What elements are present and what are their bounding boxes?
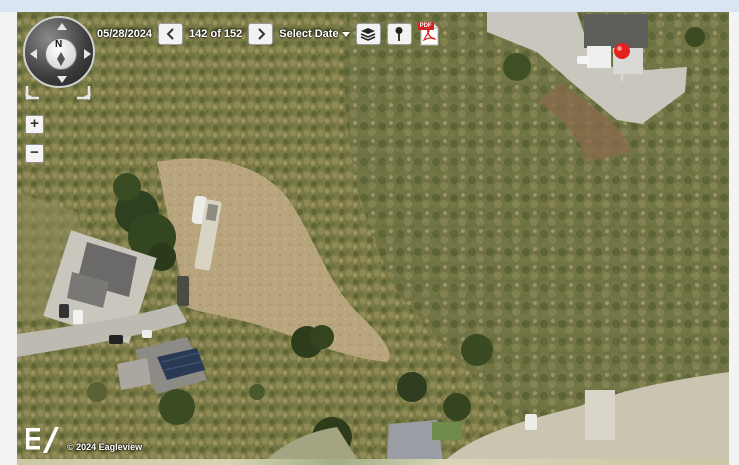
eagleview-branding: © 2024 Eagleview bbox=[25, 425, 142, 455]
rotate-right-icon[interactable] bbox=[75, 84, 93, 104]
previous-image-button[interactable] bbox=[158, 23, 184, 45]
pan-down-arrow-icon[interactable] bbox=[57, 76, 67, 83]
zoom-out-button[interactable]: − bbox=[25, 144, 44, 163]
pin-tool-button[interactable] bbox=[386, 23, 412, 45]
pan-left-arrow-icon[interactable] bbox=[30, 49, 37, 59]
next-image-button[interactable] bbox=[248, 23, 274, 45]
image-counter: 142 of 152 bbox=[189, 28, 243, 40]
pan-up-arrow-icon[interactable] bbox=[57, 23, 67, 30]
eagleview-logo bbox=[26, 427, 59, 453]
location-marker-icon[interactable] bbox=[613, 42, 631, 82]
capture-date: 05/28/2024 bbox=[97, 28, 153, 40]
chevron-down-icon bbox=[341, 31, 350, 37]
app-frame: N + − 05/28/2024 142 of 152 Select Date … bbox=[0, 0, 739, 465]
layers-icon bbox=[360, 28, 376, 41]
compass-control[interactable]: N bbox=[23, 16, 95, 106]
pdf-badge: PDF bbox=[417, 22, 434, 30]
right-gutter bbox=[729, 12, 739, 465]
rotate-left-icon[interactable] bbox=[23, 84, 41, 104]
select-date-dropdown[interactable]: Select Date bbox=[279, 28, 350, 40]
left-gutter bbox=[0, 12, 17, 465]
chevron-left-icon bbox=[166, 28, 174, 40]
compass-north-label: N bbox=[55, 39, 63, 50]
aerial-map-viewer[interactable]: N + − 05/28/2024 142 of 152 Select Date … bbox=[17, 12, 729, 459]
map-pin-icon bbox=[395, 27, 403, 41]
top-band bbox=[0, 0, 739, 12]
pdf-export-button[interactable]: PDF bbox=[417, 22, 440, 46]
copyright-text: © 2024 Eagleview bbox=[67, 442, 143, 452]
chevron-right-icon bbox=[258, 28, 266, 40]
compass-needle-icon bbox=[57, 52, 65, 66]
compass-ring[interactable]: N bbox=[23, 16, 95, 88]
adjacent-imagery-strip bbox=[17, 459, 729, 465]
layers-button[interactable] bbox=[355, 23, 381, 45]
select-date-label: Select Date bbox=[279, 28, 339, 40]
pan-right-arrow-icon[interactable] bbox=[84, 49, 91, 59]
imagery-toolbar: 05/28/2024 142 of 152 Select Date PDF bbox=[97, 21, 440, 47]
zoom-in-button[interactable]: + bbox=[25, 115, 44, 134]
